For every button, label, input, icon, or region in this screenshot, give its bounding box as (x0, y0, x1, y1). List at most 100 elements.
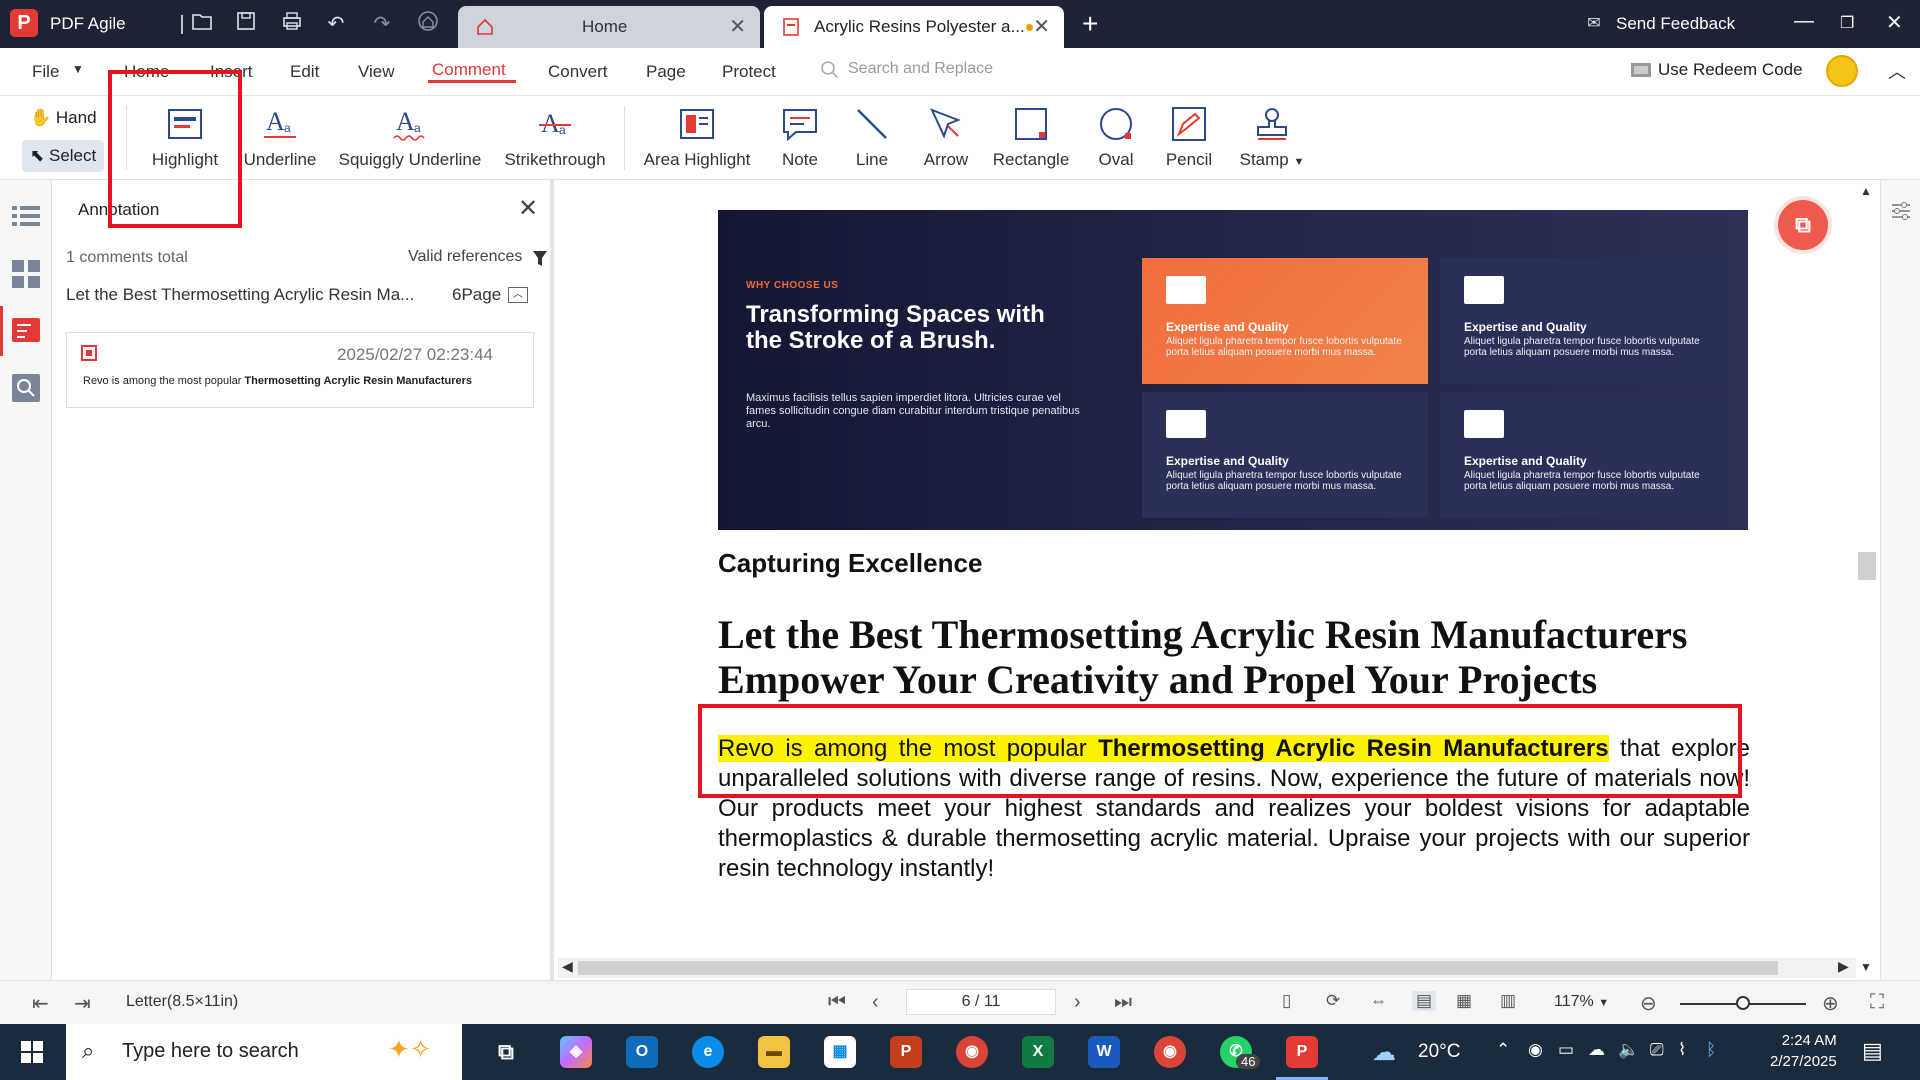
battery-icon[interactable]: ▭ (1558, 1040, 1574, 1060)
new-tab-button[interactable]: + (1082, 8, 1098, 40)
chevron-down-icon[interactable]: ▼ (72, 62, 84, 76)
print-icon[interactable] (278, 10, 306, 38)
task-view-icon[interactable]: ⧉ (490, 1036, 522, 1068)
chrome-app-icon[interactable]: ◉ (956, 1036, 988, 1068)
outlook-app-icon[interactable]: O (626, 1036, 658, 1068)
continuous-view-icon[interactable]: ▦ (1456, 991, 1472, 1011)
menu-convert[interactable]: Convert (548, 62, 608, 82)
annotation-panel-icon[interactable] (10, 314, 42, 346)
floating-action-button[interactable]: ⧉ (1778, 200, 1828, 250)
menu-file[interactable]: File (32, 62, 59, 82)
scroll-left-icon[interactable]: ◀ (562, 958, 573, 975)
squiggly-icon: Aa (393, 107, 425, 141)
store-app-icon[interactable]: ▦ (824, 1036, 856, 1068)
horizontal-scroll-thumb[interactable] (578, 961, 1778, 975)
copilot-app-icon[interactable]: ◈ (560, 1036, 592, 1068)
underline-tool[interactable]: Aa Underline (240, 104, 320, 170)
menu-comment[interactable]: Comment (432, 60, 506, 80)
edge-app-icon[interactable]: e (692, 1036, 724, 1068)
page-number-input[interactable]: 6 / 11 (906, 989, 1056, 1015)
oval-tool[interactable]: Oval (1090, 104, 1142, 170)
annotation-doc-title[interactable]: Let the Best Thermosetting Acrylic Resin… (66, 285, 414, 305)
powerpoint-app-icon[interactable]: P (890, 1036, 922, 1068)
open-folder-icon[interactable] (188, 10, 216, 38)
undo-icon[interactable]: ↶ (322, 10, 350, 38)
word-app-icon[interactable]: W (1088, 1036, 1120, 1068)
pencil-tool[interactable]: Pencil (1160, 104, 1218, 170)
file-explorer-icon[interactable]: ▬ (758, 1036, 790, 1068)
close-tab-icon[interactable]: ✕ (1033, 6, 1050, 48)
prev-page-view-icon[interactable]: ⇤ (32, 991, 49, 1016)
zoom-out-icon[interactable]: ⊖ (1640, 991, 1657, 1016)
properties-icon[interactable] (1890, 200, 1912, 227)
chrome-profile-icon[interactable]: ◉ (1154, 1036, 1186, 1068)
meet-now-icon[interactable]: ⎚ (1650, 1040, 1664, 1060)
avatar[interactable] (1826, 55, 1858, 87)
note-tool[interactable]: Note (772, 104, 828, 170)
menu-view[interactable]: View (358, 62, 395, 82)
vertical-scroll-thumb[interactable] (1858, 552, 1876, 580)
filter-icon[interactable] (532, 250, 548, 273)
first-page-icon[interactable]: ⏮ (828, 991, 846, 1014)
pdf-agile-taskbar-icon[interactable]: P (1286, 1036, 1318, 1068)
redo-icon[interactable]: ↷ (368, 10, 396, 38)
send-feedback-button[interactable]: Send Feedback (1616, 14, 1735, 34)
bluetooth-icon[interactable]: ᛒ (1706, 1040, 1716, 1060)
menu-page[interactable]: Page (646, 62, 686, 82)
chrome-tray-icon[interactable]: ◉ (1528, 1040, 1543, 1060)
line-tool[interactable]: Line (846, 104, 898, 170)
excel-app-icon[interactable]: X (1022, 1036, 1054, 1068)
menu-edit[interactable]: Edit (290, 62, 319, 82)
scroll-down-icon[interactable]: ▼ (1860, 960, 1872, 974)
show-hidden-icons-icon[interactable]: ⌃ (1496, 1040, 1510, 1060)
fit-page-icon[interactable]: ▯ (1282, 991, 1291, 1011)
onedrive-icon[interactable]: ☁ (1588, 1040, 1605, 1060)
two-page-view-icon[interactable]: ▥ (1500, 991, 1516, 1011)
fit-width-icon[interactable]: ⇔ (1370, 991, 1387, 1011)
close-window-button[interactable]: ✕ (1886, 10, 1903, 35)
minimize-button[interactable]: — (1794, 10, 1814, 33)
tab-document[interactable]: Acrylic Resins Polyester a... ✕ (764, 6, 1064, 48)
squiggly-underline-tool[interactable]: Aa Squiggly Underline (338, 104, 482, 170)
save-icon[interactable] (232, 10, 260, 38)
volume-icon[interactable]: 🔈 (1618, 1040, 1639, 1060)
fullscreen-icon[interactable]: ⛶ (1870, 991, 1884, 1014)
prev-page-icon[interactable]: ‹ (872, 991, 879, 1014)
arrow-tool[interactable]: Arrow (914, 104, 978, 170)
zoom-level[interactable]: 117% ▼ (1554, 993, 1609, 1011)
close-tab-icon[interactable]: ✕ (729, 6, 746, 48)
windows-start-icon[interactable] (20, 1040, 44, 1069)
next-page-view-icon[interactable]: ⇥ (74, 991, 91, 1016)
collapse-group-icon[interactable]: ︿ (508, 287, 528, 303)
collapse-ribbon-icon[interactable]: ︿ (1888, 58, 1906, 84)
select-tool[interactable]: ⬉ Select (22, 140, 105, 172)
restore-button[interactable]: ❐ (1840, 13, 1854, 33)
rotate-icon[interactable]: ⟳ (1326, 991, 1340, 1011)
area-highlight-tool[interactable]: Area Highlight (638, 104, 756, 170)
zoom-slider-handle[interactable] (1736, 996, 1750, 1010)
use-redeem-code-button[interactable]: Use Redeem Code (1658, 60, 1803, 80)
stamp-tool[interactable]: Stamp ▼ (1236, 104, 1308, 170)
rectangle-tool[interactable]: Rectangle (990, 104, 1072, 170)
hand-tool[interactable]: ✋ Hand (22, 102, 105, 134)
scroll-right-icon[interactable]: ▶ (1838, 958, 1849, 975)
system-clock[interactable]: 2:24 AM 2/27/2025 (1770, 1030, 1837, 1072)
tab-home[interactable]: Home ✕ (458, 6, 760, 48)
thumbnails-icon[interactable] (10, 258, 42, 290)
last-page-icon[interactable]: ⏭ (1114, 991, 1132, 1014)
taskbar-search-input[interactable]: ⌕ Type here to search ✦✧ (66, 1024, 462, 1080)
single-page-view-icon[interactable]: ▤ (1412, 991, 1437, 1011)
close-icon[interactable]: ✕ (518, 194, 538, 223)
search-replace-input[interactable]: Search and Replace (848, 60, 993, 78)
strikethrough-tool[interactable]: Aa Strikethrough (502, 104, 608, 170)
menu-protect[interactable]: Protect (722, 62, 776, 82)
wifi-icon[interactable]: ⌇ (1678, 1040, 1686, 1060)
comment-card[interactable]: 2025/02/27 02:23:44 Revo is among the mo… (66, 332, 534, 408)
home-shortcut-icon[interactable] (414, 10, 442, 38)
outline-icon[interactable] (10, 200, 42, 232)
notifications-icon[interactable]: ▤ (1862, 1038, 1883, 1064)
scroll-up-icon[interactable]: ▲ (1860, 184, 1872, 198)
next-page-icon[interactable]: › (1074, 991, 1081, 1014)
zoom-in-icon[interactable]: ⊕ (1822, 991, 1839, 1016)
search-panel-icon[interactable] (10, 372, 42, 404)
